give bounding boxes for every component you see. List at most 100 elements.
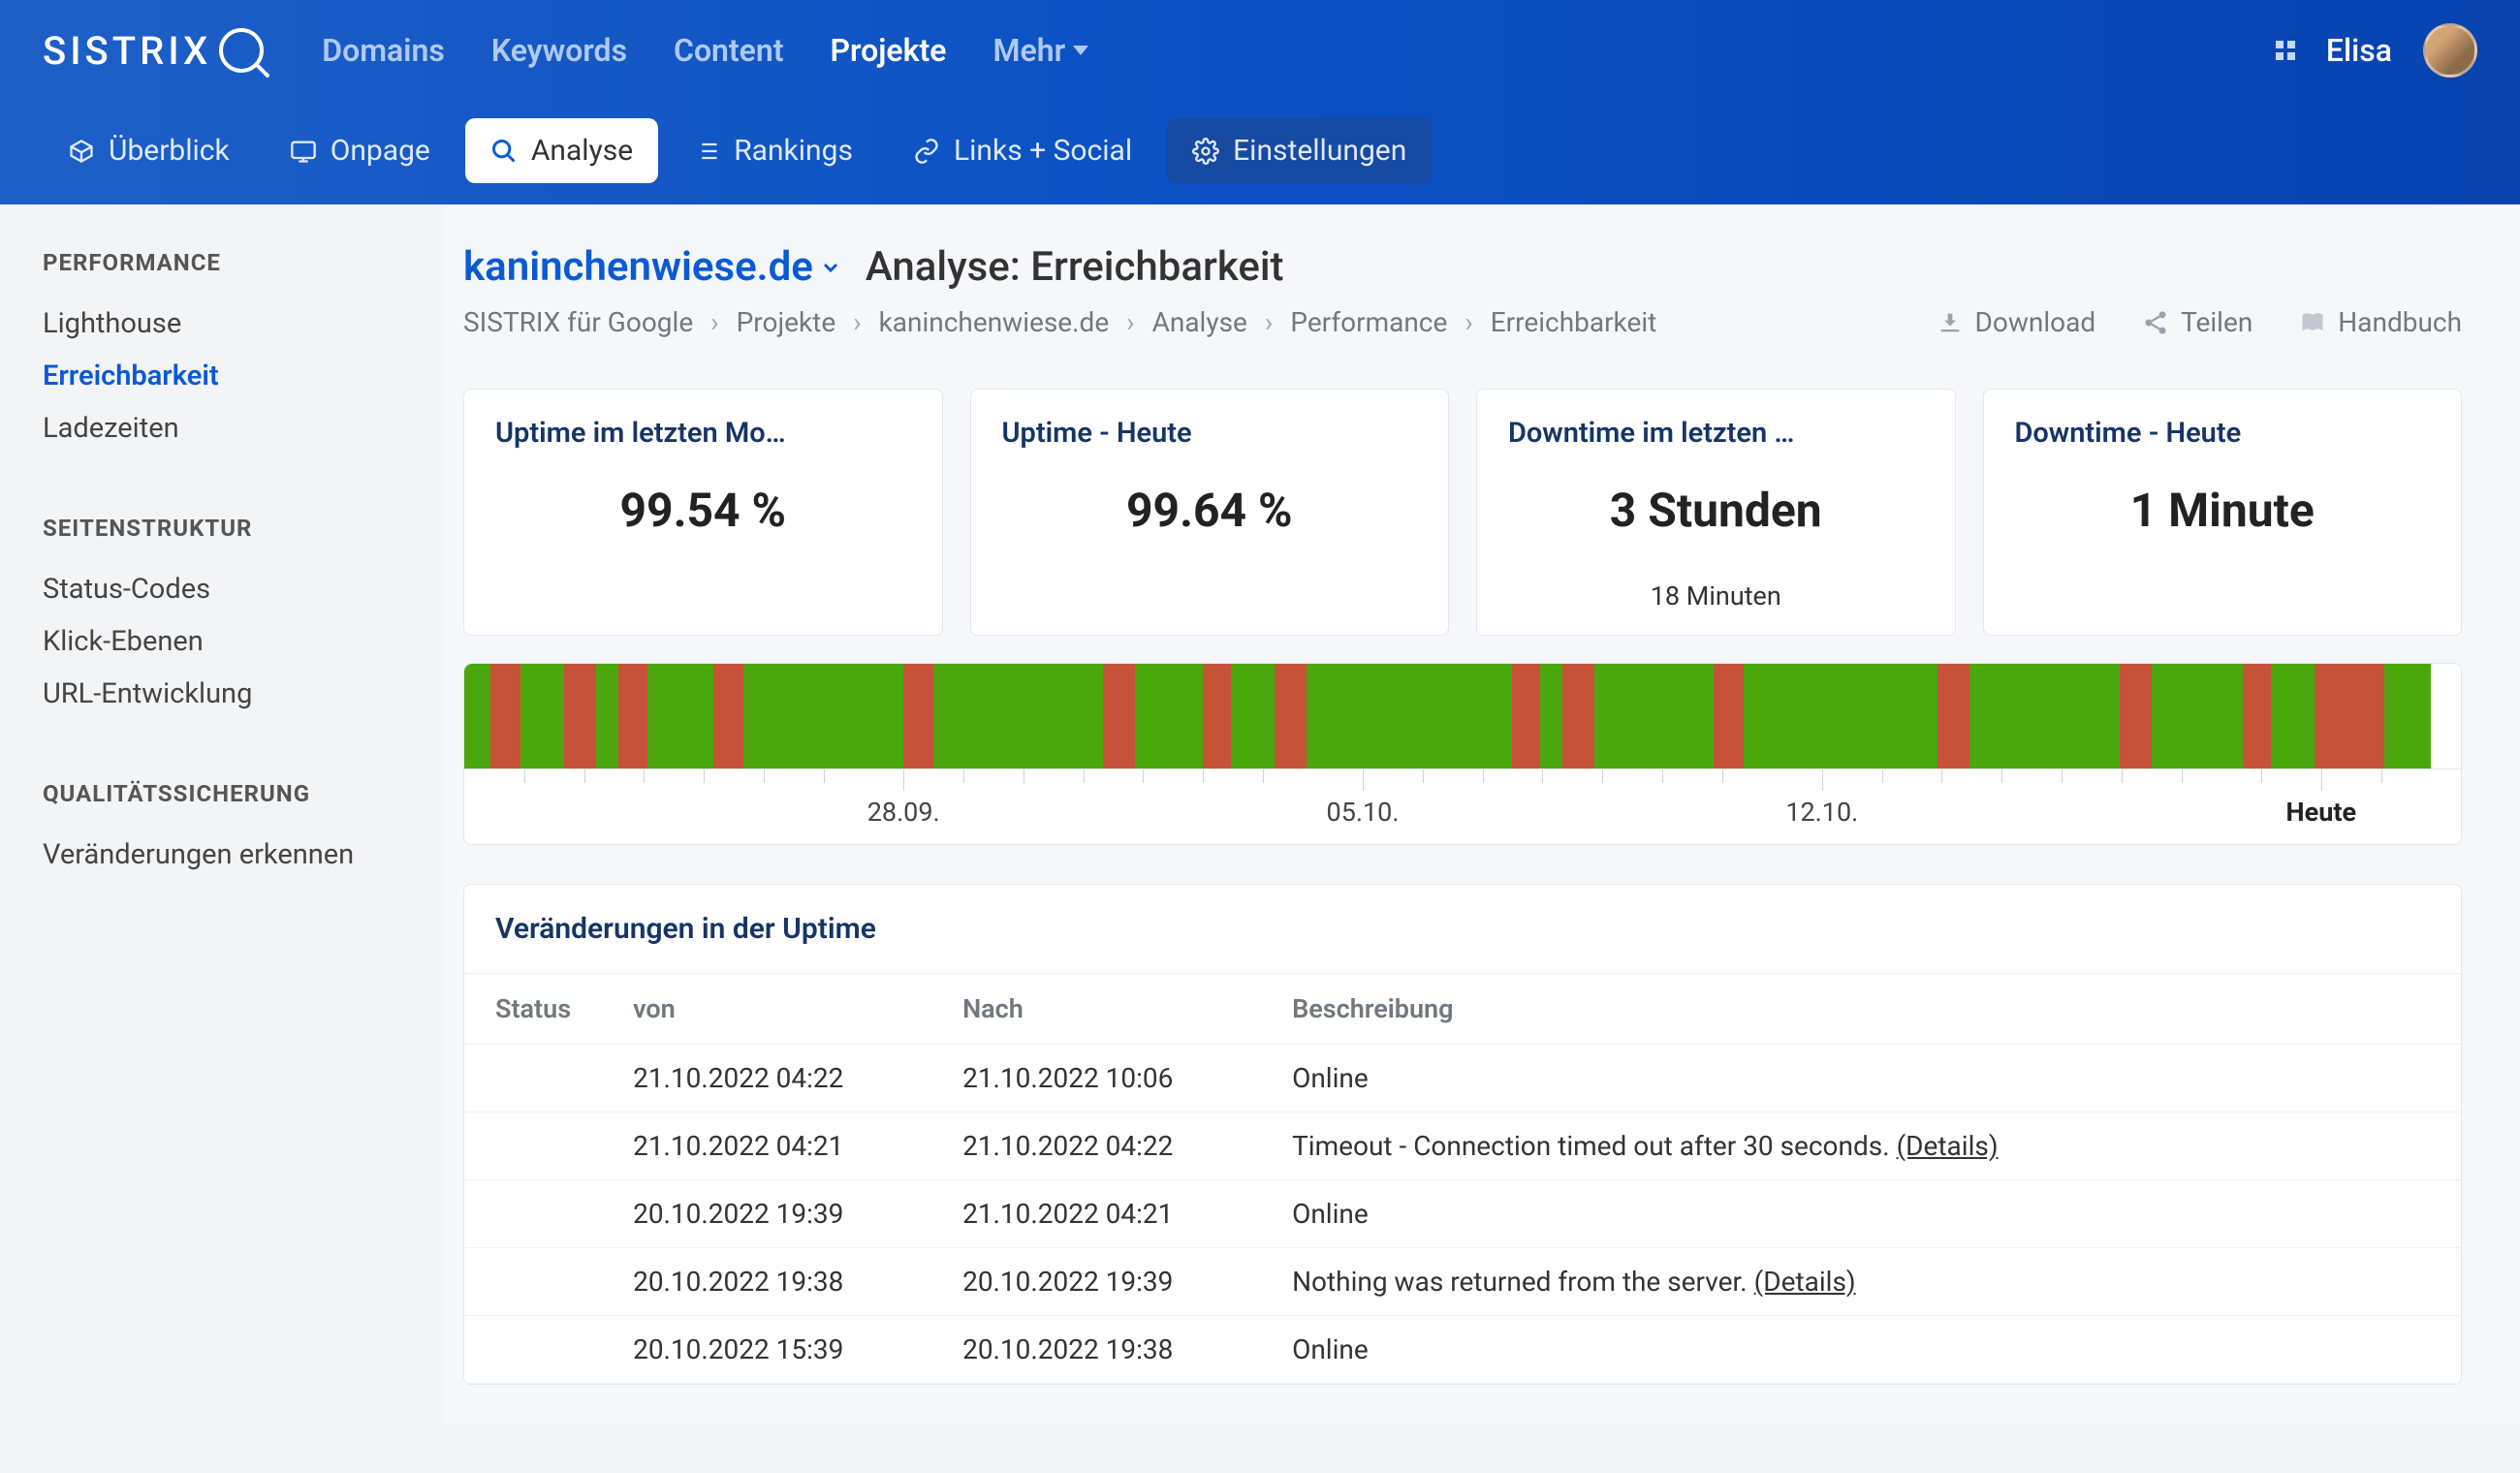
table-title: Veränderungen in der Uptime — [464, 885, 2461, 973]
uptime-segment — [1103, 664, 1135, 768]
nav-mehr-label: Mehr — [992, 32, 1065, 69]
uptime-segment — [1307, 664, 1512, 768]
details-link[interactable]: (Details) — [1754, 1266, 1856, 1298]
tick — [1423, 769, 1424, 783]
tick — [1203, 769, 1204, 783]
uptime-segment — [1937, 664, 1969, 768]
sidebar-item-lighthouse[interactable]: Lighthouse — [43, 298, 401, 350]
chevron-down-icon — [1073, 46, 1088, 55]
tick — [824, 769, 825, 783]
subnav-links[interactable]: Links + Social — [888, 118, 1157, 183]
sidebar-group-seitenstruktur: SEITENSTRUKTUR Status-Codes Klick-Ebenen… — [43, 515, 401, 720]
crumb-4[interactable]: Performance — [1290, 306, 1447, 338]
tick-major — [1363, 769, 1364, 791]
nav-content[interactable]: Content — [674, 32, 784, 69]
page-head: kaninchenwiese.de Analyse: Erreichbarkei… — [463, 243, 2462, 291]
card-title: Downtime - Heute — [2015, 417, 2431, 450]
card-title: Downtime im letzten … — [1508, 417, 1924, 450]
handbook-label: Handbuch — [2338, 306, 2462, 338]
sidebar-title-qs: QUALITÄTSSICHERUNG — [43, 780, 401, 807]
card-downtime-today: Downtime - Heute 1 Minute — [1983, 389, 2463, 636]
cell-von: 20.10.2022 15:39 — [602, 1316, 931, 1384]
card-value: 99.54 % — [495, 483, 911, 538]
subnav-rankings[interactable]: Rankings — [668, 118, 878, 183]
tick — [524, 769, 525, 783]
monitor-icon — [290, 138, 317, 165]
logo[interactable]: SISTRIX — [43, 28, 264, 74]
card-subvalue: 18 Minuten — [1508, 580, 1924, 611]
topbar: SISTRIX Domains Keywords Content Projekt… — [0, 0, 2520, 204]
uptime-bar — [464, 664, 2461, 768]
top-nav: Domains Keywords Content Projekte Mehr — [322, 32, 1088, 69]
tick-major — [2321, 769, 2322, 791]
tick — [1263, 769, 1264, 783]
logo-text: SISTRIX — [43, 28, 211, 74]
tick — [1542, 769, 1543, 783]
uptime-segment — [1512, 664, 1540, 768]
col-nach[interactable]: Nach — [931, 974, 1261, 1045]
uptime-segment — [647, 664, 713, 768]
subnav-analyse[interactable]: Analyse — [465, 118, 658, 183]
subnav-einstellungen[interactable]: Einstellungen — [1167, 118, 1432, 183]
col-status[interactable]: Status — [464, 974, 602, 1045]
tick — [584, 769, 585, 783]
subnav-onpage-label: Onpage — [331, 134, 430, 168]
uptime-segment — [1744, 664, 1937, 768]
cell-von: 20.10.2022 19:39 — [602, 1180, 931, 1248]
cube-icon — [68, 138, 95, 165]
uptime-segment — [464, 664, 490, 768]
crumb-2[interactable]: kaninchenwiese.de — [879, 306, 1110, 338]
download-label: Download — [1975, 306, 2096, 338]
uptime-segment — [1231, 664, 1275, 768]
subnav-ueberblick[interactable]: Überblick — [43, 118, 255, 183]
sidebar-item-veraenderungen[interactable]: Veränderungen erkennen — [43, 829, 401, 881]
sidebar-title-performance: PERFORMANCE — [43, 249, 401, 276]
handbook-button[interactable]: Handbuch — [2299, 306, 2462, 338]
sidebar-item-ladezeiten[interactable]: Ladezeiten — [43, 402, 401, 454]
col-desc[interactable]: Beschreibung — [1261, 974, 2461, 1045]
sidebar-item-erreichbarkeit[interactable]: Erreichbarkeit — [43, 350, 401, 402]
uptime-segment — [2384, 664, 2430, 768]
card-value: 99.64 % — [1002, 483, 1418, 538]
cell-nach: 21.10.2022 04:21 — [931, 1180, 1261, 1248]
link-icon — [913, 138, 940, 165]
uptime-segment — [520, 664, 564, 768]
crumb-1[interactable]: Projekte — [737, 306, 836, 338]
table-row: 20.10.2022 19:3921.10.2022 04:21Online — [464, 1180, 2461, 1248]
cell-desc: Nothing was returned from the server. (D… — [1261, 1248, 2461, 1316]
nav-mehr[interactable]: Mehr — [992, 32, 1088, 69]
subnav-onpage[interactable]: Onpage — [265, 118, 456, 183]
sidebar-item-url[interactable]: URL-Entwicklung — [43, 668, 401, 720]
uptime-segment — [903, 664, 933, 768]
nav-domains[interactable]: Domains — [322, 32, 445, 69]
cell-status — [464, 1180, 602, 1248]
subnav-einstellungen-label: Einstellungen — [1233, 134, 1406, 168]
list-icon — [693, 138, 720, 165]
table-row: 21.10.2022 04:2221.10.2022 10:06Online — [464, 1045, 2461, 1113]
nav-keywords[interactable]: Keywords — [491, 32, 627, 69]
share-button[interactable]: Teilen — [2142, 306, 2252, 338]
cell-nach: 20.10.2022 19:38 — [931, 1316, 1261, 1384]
sidebar-item-klick[interactable]: Klick-Ebenen — [43, 615, 401, 668]
domain-dropdown[interactable]: kaninchenwiese.de — [463, 243, 842, 291]
table-row: 21.10.2022 04:2121.10.2022 04:22Timeout … — [464, 1113, 2461, 1180]
tick — [1143, 769, 1144, 783]
user-name[interactable]: Elisa — [2326, 32, 2392, 69]
uptime-segment — [2152, 664, 2244, 768]
avatar[interactable] — [2423, 23, 2477, 78]
breadcrumb: SISTRIX für Google › Projekte › kaninchenw… — [463, 306, 1656, 338]
crumb-3[interactable]: Analyse — [1152, 306, 1247, 338]
download-button[interactable]: Download — [1937, 306, 2096, 338]
page-title: Analyse: Erreichbarkeit — [866, 243, 1284, 291]
apps-grid-icon[interactable] — [2276, 41, 2295, 60]
details-link[interactable]: (Details) — [1897, 1130, 1999, 1162]
nav-projekte[interactable]: Projekte — [831, 32, 947, 69]
crumb-sep: › — [1265, 306, 1273, 338]
tick-major — [1822, 769, 1823, 791]
card-uptime-month: Uptime im letzten Mo… 99.54 % — [463, 389, 943, 636]
cell-status — [464, 1113, 602, 1180]
crumb-sep: › — [1465, 306, 1472, 338]
col-von[interactable]: von — [602, 974, 931, 1045]
sidebar-item-status[interactable]: Status-Codes — [43, 563, 401, 615]
crumb-0[interactable]: SISTRIX für Google — [463, 306, 693, 338]
